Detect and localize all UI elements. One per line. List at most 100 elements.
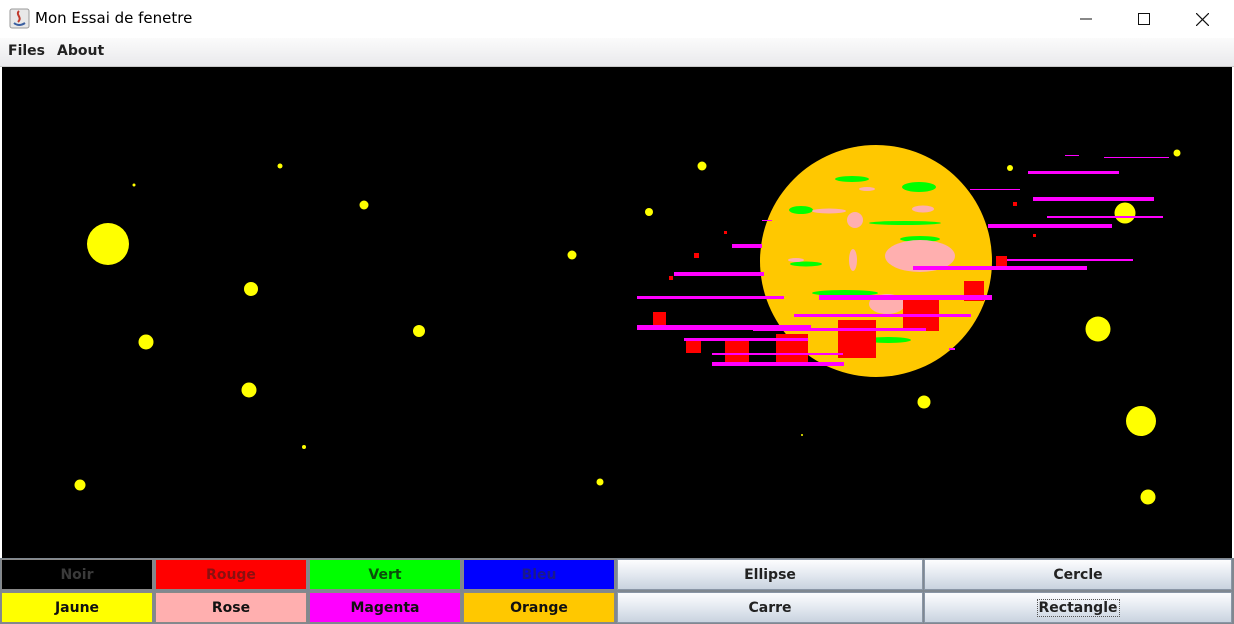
- magenta-ray: [949, 348, 955, 350]
- color-button-magenta[interactable]: Magenta: [309, 592, 461, 623]
- color-label: Rouge: [206, 566, 256, 583]
- magenta-ray: [712, 353, 843, 355]
- star: [645, 208, 653, 216]
- pink-spot: [859, 187, 875, 191]
- toolbar-panel: Noir Rouge Vert Bleu Jaune Rose Magenta Orange …: [0, 558, 1234, 624]
- green-band: [790, 261, 822, 267]
- red-square: [838, 320, 876, 358]
- magenta-ray: [637, 296, 784, 299]
- color-label: Jaune: [54, 599, 100, 616]
- shape-button-ellipse[interactable]: Ellipse: [617, 559, 923, 590]
- red-square: [1013, 202, 1017, 206]
- color-button-orange[interactable]: Orange: [463, 592, 615, 623]
- magenta-ray: [1065, 155, 1079, 156]
- minimize-icon: [1080, 18, 1092, 20]
- star: [567, 250, 577, 260]
- shape-label: Carre: [748, 599, 792, 616]
- magenta-ray: [753, 328, 926, 331]
- color-button-rouge[interactable]: Rouge: [155, 559, 307, 590]
- maximize-button[interactable]: [1115, 0, 1173, 38]
- color-label: Magenta: [350, 599, 420, 616]
- star: [596, 478, 604, 486]
- magenta-ray: [762, 220, 772, 221]
- shape-label: Ellipse: [744, 566, 796, 583]
- close-button[interactable]: [1173, 0, 1231, 38]
- close-icon: [1195, 12, 1209, 26]
- star: [1140, 489, 1156, 505]
- magenta-ray: [1047, 216, 1163, 218]
- red-square: [903, 295, 939, 331]
- color-label: Rose: [211, 599, 251, 616]
- star: [138, 334, 154, 350]
- star: [917, 395, 931, 409]
- star: [74, 479, 86, 491]
- star: [277, 163, 283, 169]
- star: [241, 382, 257, 398]
- magenta-ray: [674, 272, 764, 276]
- green-band: [902, 182, 936, 192]
- menu-bar: Files About: [0, 38, 1234, 67]
- star: [87, 223, 129, 265]
- magenta-ray: [712, 362, 844, 366]
- magenta-ray: [684, 338, 808, 341]
- color-label: Noir: [60, 566, 94, 583]
- shape-button-cercle[interactable]: Cercle: [924, 559, 1232, 590]
- magenta-ray: [1033, 197, 1154, 201]
- red-square: [1033, 234, 1036, 237]
- star: [132, 183, 136, 187]
- drawing-canvas[interactable]: [2, 67, 1232, 558]
- color-button-jaune[interactable]: Jaune: [1, 592, 153, 623]
- window-title: Mon Essai de fenetre: [35, 9, 193, 27]
- pink-spot: [912, 205, 934, 213]
- magenta-ray: [970, 189, 1020, 190]
- red-square: [996, 256, 1007, 267]
- shape-label: Rectangle: [1036, 598, 1120, 617]
- color-button-bleu[interactable]: Bleu: [463, 559, 615, 590]
- color-button-noir[interactable]: Noir: [1, 559, 153, 590]
- star: [244, 282, 258, 296]
- star: [697, 161, 707, 171]
- green-band: [869, 221, 941, 225]
- star: [1007, 165, 1013, 171]
- star: [413, 325, 425, 337]
- star: [302, 445, 306, 449]
- magenta-ray: [988, 224, 1112, 228]
- star: [1085, 316, 1111, 342]
- star: [1173, 149, 1181, 157]
- green-band: [789, 206, 813, 214]
- red-square: [669, 276, 673, 280]
- magenta-ray: [819, 295, 992, 300]
- menu-about[interactable]: About: [57, 43, 104, 59]
- menu-files[interactable]: Files: [8, 43, 45, 59]
- shape-button-rectangle[interactable]: Rectangle: [924, 592, 1232, 623]
- magenta-ray: [1007, 259, 1133, 261]
- shape-button-carre[interactable]: Carre: [617, 592, 923, 623]
- shape-label: Cercle: [1053, 566, 1103, 583]
- java-app-icon: [9, 8, 30, 29]
- pink-spot: [788, 258, 804, 262]
- title-bar: Mon Essai de fenetre: [0, 0, 1234, 39]
- color-label: Bleu: [521, 566, 557, 583]
- green-band: [835, 176, 869, 182]
- drawing-surface: [74, 145, 1181, 505]
- red-square: [724, 231, 727, 234]
- pink-spot: [849, 249, 857, 271]
- minimize-button[interactable]: [1057, 0, 1115, 38]
- red-square: [694, 253, 699, 258]
- color-label: Vert: [368, 566, 402, 583]
- star: [359, 200, 369, 210]
- red-square: [653, 312, 666, 325]
- color-button-vert[interactable]: Vert: [309, 559, 461, 590]
- maximize-icon: [1138, 13, 1150, 25]
- star: [1114, 202, 1136, 224]
- star: [1126, 406, 1156, 436]
- color-button-rose[interactable]: Rose: [155, 592, 307, 623]
- pink-spot: [847, 212, 863, 228]
- color-label: Orange: [510, 599, 568, 616]
- star: [801, 434, 803, 436]
- magenta-ray: [732, 244, 762, 248]
- magenta-ray: [1028, 171, 1119, 174]
- magenta-ray: [794, 314, 971, 317]
- magenta-ray: [913, 266, 1087, 270]
- pink-spot: [812, 208, 846, 214]
